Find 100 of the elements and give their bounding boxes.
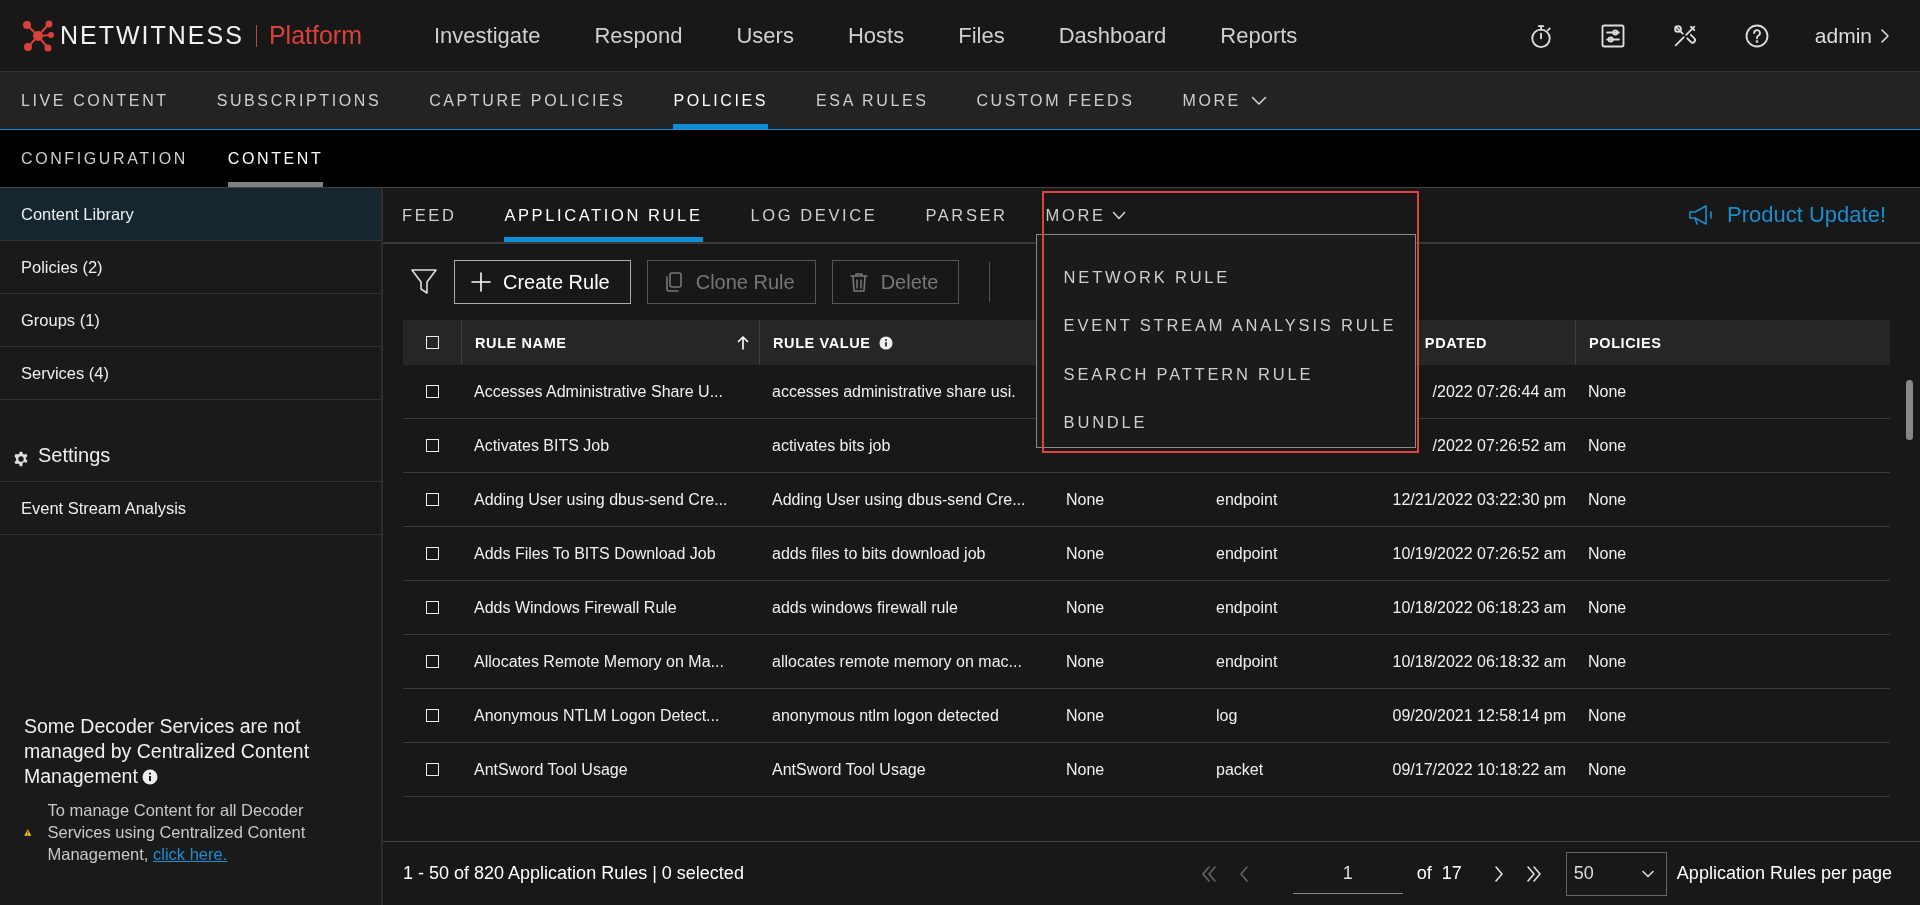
nav-link[interactable]: Investigate <box>434 22 541 49</box>
more-tab[interactable]: MORE <box>1041 205 1130 225</box>
table-cell-text: 10/18/2022 06:18:23 am <box>1391 598 1566 617</box>
chevron-down-icon <box>1641 869 1654 878</box>
table-cell: endpoint <box>1216 598 1278 617</box>
nav-tab[interactable]: ESA RULES <box>816 72 929 129</box>
menu-item[interactable]: NETWORK RULE <box>1036 253 1415 302</box>
megaphone-icon <box>1687 203 1715 227</box>
table-cell: Adding User using dbus-send Cre... <box>474 490 728 509</box>
nav-tab[interactable]: LIVE CONTENT <box>21 72 169 129</box>
row-checkbox[interactable] <box>425 439 439 452</box>
column-header: RULE VALUE <box>773 334 871 351</box>
table-cell: None <box>1588 598 1627 617</box>
table-cell: None <box>1588 706 1627 725</box>
table-cell: log <box>1216 706 1238 725</box>
chevron-down-icon <box>1111 210 1126 220</box>
table-cell-text: 09/17/2022 10:18:22 am <box>1391 760 1566 779</box>
row-checkbox[interactable] <box>425 709 439 722</box>
sub-tab[interactable]: CONFIGURATION <box>21 130 188 187</box>
table-cell: Adds Windows Firewall Rule <box>474 598 677 617</box>
sidebar-item[interactable]: Policies (2) <box>0 241 381 294</box>
per-page-label: Application Rules per page <box>1676 863 1892 884</box>
rule-type-tab[interactable]: LOG DEVICE <box>750 188 878 242</box>
nav-link[interactable]: Users <box>736 22 794 49</box>
copy-icon <box>663 272 684 292</box>
table-cell-text: /2022 07:26:44 am <box>1431 382 1566 401</box>
page-input[interactable]: 1 <box>1292 853 1403 894</box>
row-checkbox[interactable] <box>425 385 439 398</box>
results-summary: 1 - 50 of 820 Application Rules | 0 selected <box>403 863 744 884</box>
nav-link[interactable]: Reports <box>1220 22 1298 49</box>
filter-icon[interactable] <box>410 267 438 297</box>
table-cell: endpoint <box>1216 490 1278 509</box>
column-header: PDATED <box>1423 334 1487 351</box>
sort-arrow-icon[interactable] <box>737 335 749 350</box>
table-cell: anonymous ntlm logon detected <box>772 706 999 725</box>
menu-item[interactable]: BUNDLE <box>1036 398 1415 447</box>
rule-type-tab[interactable]: APPLICATION RULE <box>504 188 703 242</box>
click-here-link[interactable]: click here. <box>153 845 228 863</box>
table-cell: None <box>1066 652 1105 671</box>
rule-type-tab[interactable]: PARSER <box>925 188 1008 242</box>
scrollbar-thumb[interactable] <box>1906 380 1913 440</box>
table-cell: None <box>1066 706 1105 725</box>
nav-link[interactable]: Respond <box>594 22 683 49</box>
sidebar-item[interactable]: Event Stream Analysis <box>0 482 381 535</box>
brand-name: NETWITNESS <box>60 21 244 50</box>
table-cell: endpoint <box>1216 544 1278 563</box>
table-cell: AntSword Tool Usage <box>772 760 926 779</box>
table-cell: endpoint <box>1216 652 1278 671</box>
more-menu-button[interactable]: MORE <box>1182 72 1267 129</box>
nav-link[interactable]: Files <box>958 22 1005 49</box>
table-cell: None <box>1588 544 1627 563</box>
row-checkbox[interactable] <box>425 493 439 506</box>
chevron-down-icon <box>1250 95 1267 106</box>
product-update-link[interactable]: Product Update! <box>1687 188 1886 242</box>
page-size-select[interactable]: 50 <box>1565 851 1667 896</box>
sidebar-item[interactable]: Content Library <box>0 188 381 241</box>
product-name: Platform <box>268 21 362 50</box>
user-menu[interactable]: admin <box>1814 23 1890 48</box>
table-cell: None <box>1588 490 1627 509</box>
table-cell: None <box>1588 652 1627 671</box>
column-header: POLICIES <box>1589 334 1662 351</box>
row-checkbox[interactable] <box>425 601 439 614</box>
notice-text: To manage Content for all Decoder Services using Centralized Content Management, click here. <box>47 800 307 865</box>
table-cell: adds windows firewall rule <box>772 598 958 617</box>
page-total: 17 <box>1441 863 1462 884</box>
select-all-checkbox[interactable] <box>425 336 439 349</box>
table-cell: None <box>1066 490 1105 509</box>
logo-icon <box>22 19 54 52</box>
row-checkbox[interactable] <box>425 655 439 668</box>
nav-tab[interactable]: CUSTOM FEEDS <box>976 72 1135 129</box>
table-cell: None <box>1066 598 1105 617</box>
table-cell: None <box>1588 382 1627 401</box>
column-header: RULE NAME <box>475 334 567 351</box>
table-cell: Adding User using dbus-send Cre... <box>772 490 1026 509</box>
toolbar-button[interactable]: Create Rule <box>454 260 631 304</box>
nav-tab[interactable]: SUBSCRIPTIONS <box>216 72 382 129</box>
row-checkbox[interactable] <box>425 763 439 776</box>
nav-tab[interactable]: CAPTURE POLICIES <box>429 72 626 129</box>
table-cell-text: 09/20/2021 12:58:14 pm <box>1391 706 1566 725</box>
table-cell: allocates remote memory on mac... <box>772 652 1022 671</box>
table-cell: None <box>1066 544 1105 563</box>
table-cell: Accesses Administrative Share U... <box>474 382 723 401</box>
table-cell: Adds Files To BITS Download Job <box>474 544 716 563</box>
table-cell: packet <box>1216 760 1264 779</box>
table-cell: Activates BITS Job <box>474 436 610 455</box>
nav-link[interactable]: Hosts <box>847 22 905 49</box>
menu-item[interactable]: EVENT STREAM ANALYSIS RULE <box>1036 301 1415 350</box>
rule-type-tab[interactable]: FEED <box>402 188 457 242</box>
sidebar-item[interactable]: Services (4) <box>0 347 381 400</box>
table-cell: None <box>1588 436 1627 455</box>
plus-icon <box>471 272 491 292</box>
sidebar-item[interactable]: Groups (1) <box>0 294 381 347</box>
table-cell: activates bits job <box>772 436 891 455</box>
table-cell-text: /2022 07:26:52 am <box>1431 436 1566 455</box>
chevron-right-icon <box>1880 27 1890 44</box>
table-cell: None <box>1588 760 1627 779</box>
row-checkbox[interactable] <box>425 547 439 560</box>
table-cell: Anonymous NTLM Logon Detect... <box>474 706 720 725</box>
nav-link[interactable]: Dashboard <box>1058 22 1167 49</box>
menu-item[interactable]: SEARCH PATTERN RULE <box>1036 350 1415 399</box>
